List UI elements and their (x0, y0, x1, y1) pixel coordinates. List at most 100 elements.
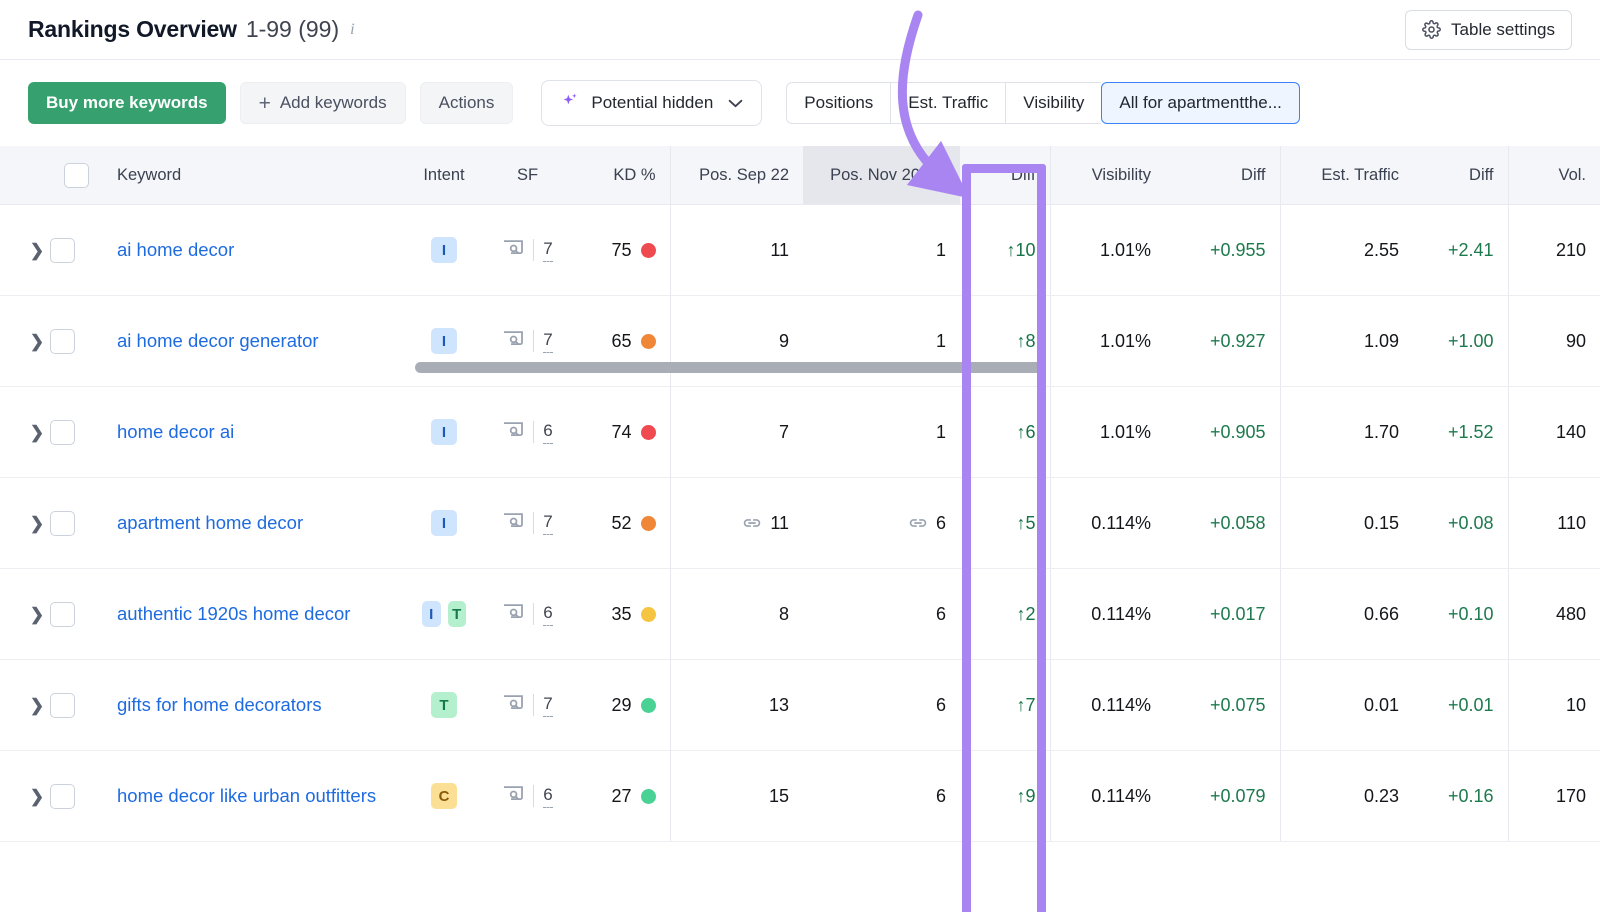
visibility-value: 0.114% (1091, 513, 1151, 533)
row-checkbox[interactable] (50, 511, 75, 536)
visibility-diff-value: +0.955 (1210, 240, 1266, 260)
buy-more-keywords-button[interactable]: Buy more keywords (28, 82, 226, 124)
expand-row-chevron-icon[interactable]: ❯ (24, 606, 50, 623)
keyword-link[interactable]: authentic 1920s home decor (117, 603, 350, 624)
keyword-link[interactable]: home decor ai (117, 421, 234, 442)
keyword-link[interactable]: ai home decor generator (117, 330, 319, 351)
visibility-diff-cell: +0.927 (1165, 296, 1280, 387)
kd-value: 74 (611, 422, 631, 443)
tab-est-traffic[interactable]: Est. Traffic (890, 82, 1005, 124)
intent-badge-I[interactable]: I (431, 419, 457, 445)
tab-positions[interactable]: Positions (786, 82, 890, 124)
table-settings-button[interactable]: Table settings (1405, 10, 1572, 50)
th-keyword[interactable]: Keyword (103, 146, 408, 205)
tab-all-for-domain[interactable]: All for apartmentthe... (1101, 82, 1300, 124)
visibility-value: 1.01% (1100, 240, 1151, 260)
keyword-cell: gifts for home decorators (103, 660, 408, 751)
intent-badge-T[interactable]: T (448, 601, 467, 627)
est-traffic-cell: 2.55 (1280, 205, 1413, 296)
table-row[interactable]: ❯ ai home decor generator I 7 65 9 (0, 296, 1600, 387)
intent-badge-I[interactable]: I (431, 237, 457, 263)
sf-count[interactable]: 7 (543, 330, 552, 353)
table-row[interactable]: ❯ ai home decor I 7 75 11 (0, 205, 1600, 296)
url-link-icon[interactable] (742, 516, 762, 530)
pos-sep22-value: 11 (770, 240, 789, 261)
row-checkbox[interactable] (50, 693, 75, 718)
sf-count[interactable]: 6 (543, 785, 552, 808)
tab-visibility[interactable]: Visibility (1005, 82, 1101, 124)
visibility-diff-cell: +0.955 (1165, 205, 1280, 296)
row-checkbox[interactable] (50, 420, 75, 445)
row-checkbox[interactable] (50, 329, 75, 354)
sf-count[interactable]: 6 (543, 603, 552, 626)
th-vol[interactable]: Vol. (1508, 146, 1600, 205)
pos-nov20-value: 6 (936, 786, 946, 807)
intent-badge-C[interactable]: C (431, 783, 457, 809)
keyword-link[interactable]: apartment home decor (117, 512, 303, 533)
th-est-traffic-diff[interactable]: Diff (1413, 146, 1508, 205)
keyword-link[interactable]: ai home decor (117, 239, 234, 260)
intent-badge-I[interactable]: I (431, 510, 457, 536)
keyword-link[interactable]: home decor like urban outfitters (117, 785, 376, 806)
row-checkbox[interactable] (50, 238, 75, 263)
keyword-link[interactable]: gifts for home decorators (117, 694, 322, 715)
th-visibility-diff[interactable]: Diff (1165, 146, 1280, 205)
est-traffic-cell: 0.15 (1280, 478, 1413, 569)
intent-badge-T[interactable]: T (431, 692, 457, 718)
row-checkbox[interactable] (50, 602, 75, 627)
kd-value: 75 (611, 240, 631, 261)
est-traffic-diff-value: +1.00 (1448, 331, 1494, 351)
th-sf[interactable]: SF (480, 146, 575, 205)
vol-cell: 90 (1508, 296, 1600, 387)
expand-row-chevron-icon[interactable]: ❯ (24, 515, 50, 532)
intent-cell: I (408, 205, 480, 296)
pos-sep22-value: 11 (770, 513, 789, 534)
th-est-traffic[interactable]: Est. Traffic (1280, 146, 1413, 205)
visibility-cell: 0.114% (1050, 751, 1165, 842)
serp-features-icon (502, 420, 524, 445)
table-row[interactable]: ❯ home decor like urban outfitters C 6 2… (0, 751, 1600, 842)
expand-row-chevron-icon[interactable]: ❯ (24, 333, 50, 350)
info-icon[interactable]: i (350, 21, 354, 39)
table-row[interactable]: ❯ gifts for home decorators T 7 29 13 (0, 660, 1600, 751)
kd-cell: 35 (575, 569, 670, 660)
th-pos-sep22[interactable]: Pos. Sep 22 (670, 146, 803, 205)
sf-count[interactable]: 6 (543, 421, 552, 444)
expand-row-chevron-icon[interactable]: ❯ (24, 788, 50, 805)
actions-button[interactable]: Actions (420, 82, 514, 124)
keyword-cell: ai home decor (103, 205, 408, 296)
sf-count[interactable]: 7 (543, 239, 552, 262)
select-all-checkbox[interactable] (64, 163, 89, 188)
expand-row-chevron-icon[interactable]: ❯ (24, 697, 50, 714)
url-link-icon[interactable] (908, 516, 928, 530)
sparkle-icon (560, 91, 580, 115)
th-pos-nov20[interactable]: Pos. Nov 20 (803, 146, 960, 205)
sf-count[interactable]: 7 (543, 512, 552, 535)
row-checkbox[interactable] (50, 784, 75, 809)
th-intent[interactable]: Intent (408, 146, 480, 205)
visibility-value: 1.01% (1100, 331, 1151, 351)
table-row[interactable]: ❯ apartment home decor I 7 52 11 (0, 478, 1600, 569)
serp-features-icon (502, 329, 524, 354)
page-header: Rankings Overview 1-99 (99) i Table sett… (0, 0, 1600, 60)
intent-badge-I[interactable]: I (431, 328, 457, 354)
pos-nov20-value: 1 (936, 422, 946, 443)
sf-count[interactable]: 7 (543, 694, 552, 717)
th-pos-nov20-label: Pos. Nov 20 (830, 166, 920, 185)
th-kd[interactable]: KD % (575, 146, 670, 205)
add-keywords-button[interactable]: + Add keywords (240, 82, 406, 124)
vol-value: 480 (1556, 604, 1586, 624)
th-visibility[interactable]: Visibility (1050, 146, 1165, 205)
est-traffic-value: 2.55 (1364, 240, 1399, 260)
potential-hidden-dropdown[interactable]: Potential hidden (541, 80, 762, 126)
sf-cell: 7 (480, 660, 575, 751)
vol-cell: 10 (1508, 660, 1600, 751)
vol-value: 170 (1556, 786, 1586, 806)
table-row[interactable]: ❯ authentic 1920s home decor IT 6 35 8 (0, 569, 1600, 660)
rankings-overview-page: Rankings Overview 1-99 (99) i Table sett… (0, 0, 1600, 912)
intent-badge-I[interactable]: I (422, 601, 441, 627)
expand-row-chevron-icon[interactable]: ❯ (24, 424, 50, 441)
expand-row-chevron-icon[interactable]: ❯ (24, 242, 50, 259)
keyword-cell: home decor like urban outfitters (103, 751, 408, 842)
table-row[interactable]: ❯ home decor ai I 6 74 7 (0, 387, 1600, 478)
